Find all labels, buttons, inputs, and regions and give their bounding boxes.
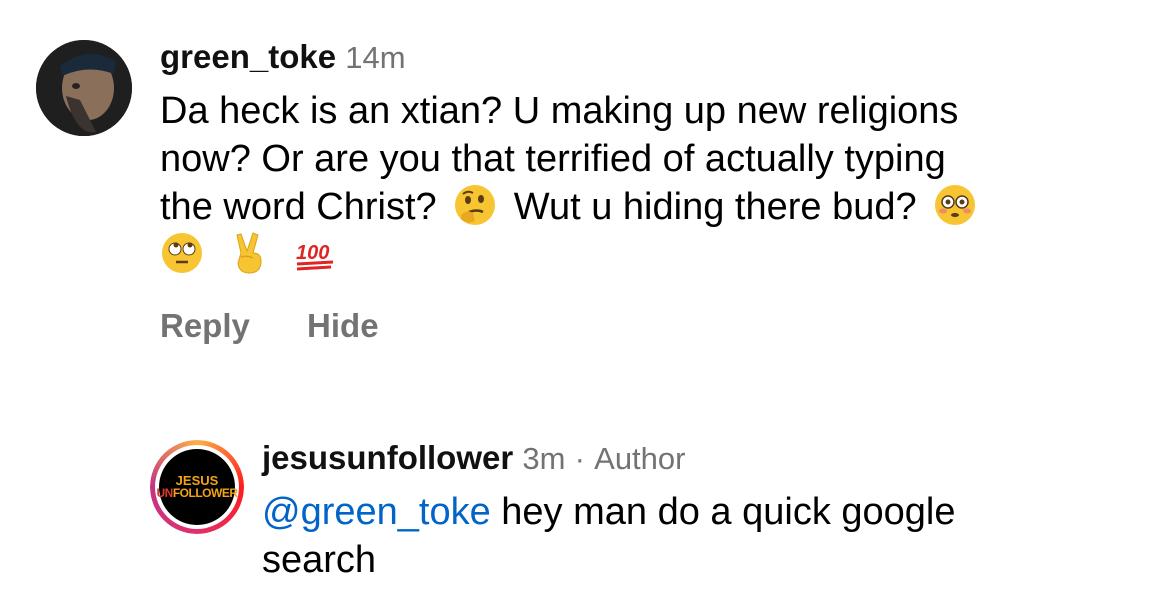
comment-text: Da heck is an xtian? U making up new rel…	[160, 87, 1136, 279]
comment-actions: Reply Hide	[160, 307, 1136, 345]
hide-button[interactable]: Hide	[307, 307, 379, 344]
timestamp: 3m	[522, 441, 566, 476]
hundred-points-icon: 100	[293, 231, 337, 275]
username[interactable]: jesusunfollower	[262, 439, 513, 476]
comment-header: green_toke 14m	[160, 36, 1136, 79]
reply-button[interactable]: Reply	[160, 307, 250, 344]
thinking-face-icon	[453, 183, 497, 227]
separator: ·	[574, 441, 585, 476]
author-badge: Author	[594, 441, 686, 476]
username[interactable]: green_toke	[160, 38, 336, 75]
flushed-face-icon	[933, 183, 977, 227]
rolling-eyes-face-icon	[160, 231, 204, 275]
channel-logo: JESUS UNFOLLOWER	[157, 449, 238, 525]
avatar[interactable]	[36, 40, 132, 136]
comment-text: @green_toke hey man do a quick google se…	[262, 491, 956, 581]
svg-text:100: 100	[296, 242, 329, 264]
comment-header: jesusunfollower 3m · Author	[262, 437, 1140, 480]
mention-link[interactable]: @green_toke	[262, 491, 491, 533]
avatar-photo	[36, 40, 132, 136]
victory-hand-icon	[227, 231, 271, 275]
timestamp: 14m	[345, 40, 406, 75]
avatar-with-story-ring[interactable]: JESUS UNFOLLOWER	[150, 440, 244, 534]
